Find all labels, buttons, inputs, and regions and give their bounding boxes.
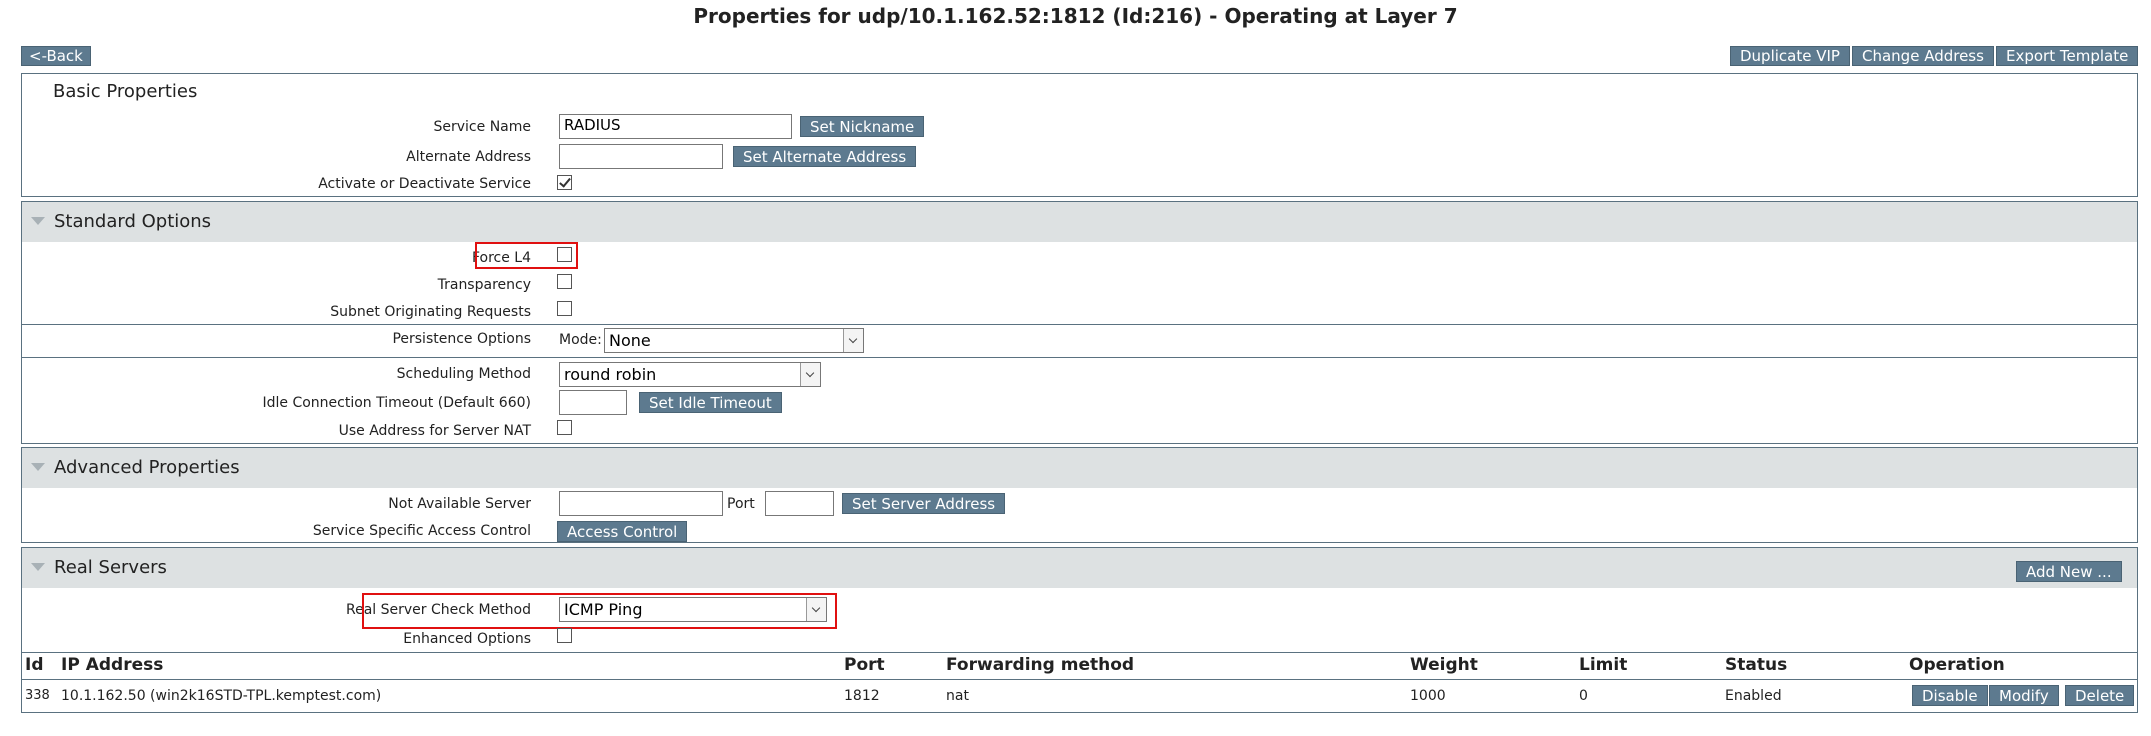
transparency-label: Transparency (437, 277, 531, 293)
row-port: 1812 (844, 688, 880, 704)
column-header-id: Id (25, 655, 44, 675)
divider (22, 324, 2137, 325)
real-servers-panel: Real Servers Add New ... Real Server Che… (21, 547, 2138, 713)
not-available-server-input[interactable] (559, 491, 723, 516)
row-ip: 10.1.162.50 (win2k16STD-TPL.kemptest.com… (61, 688, 382, 704)
export-template-button[interactable]: Export Template (1996, 46, 2139, 66)
scheduling-method-value: round robin (564, 365, 657, 384)
column-header-port: Port (844, 655, 885, 675)
page-title: Properties for udp/10.1.162.52:1812 (Id:… (693, 4, 1458, 28)
set-alternate-address-button[interactable]: Set Alternate Address (733, 146, 917, 167)
persistence-mode-value: None (609, 331, 651, 350)
enhanced-options-label: Enhanced Options (403, 631, 531, 647)
basic-properties-panel: Basic Properties Service Name RADIUS Set… (21, 73, 2138, 197)
delete-button[interactable]: Delete (2065, 685, 2135, 706)
row-weight: 1000 (1410, 688, 1446, 704)
column-header-status: Status (1725, 655, 1788, 675)
idle-timeout-label: Idle Connection Timeout (Default 660) (262, 395, 531, 411)
standard-options-header[interactable]: Standard Options (22, 202, 2137, 242)
port-input[interactable] (765, 491, 834, 516)
scheduling-method-label: Scheduling Method (396, 366, 531, 382)
service-name-input[interactable]: RADIUS (559, 114, 792, 139)
duplicate-vip-button[interactable]: Duplicate VIP (1730, 46, 1850, 66)
activate-service-label: Activate or Deactivate Service (318, 176, 531, 192)
idle-timeout-input[interactable] (559, 390, 627, 415)
row-limit: 0 (1579, 688, 1588, 704)
back-button[interactable]: <-Back (21, 46, 91, 66)
persistence-options-label: Persistence Options (392, 331, 531, 347)
column-header-weight: Weight (1410, 655, 1478, 675)
service-name-label: Service Name (433, 119, 532, 135)
alternate-address-input[interactable] (559, 144, 723, 169)
set-idle-timeout-button[interactable]: Set Idle Timeout (639, 392, 782, 413)
column-header-limit: Limit (1579, 655, 1628, 675)
add-new-button[interactable]: Add New ... (2016, 561, 2122, 582)
real-servers-header[interactable]: Real Servers (22, 548, 2137, 588)
standard-options-heading: Standard Options (54, 211, 212, 232)
collapse-triangle-icon (31, 217, 45, 225)
set-nickname-button[interactable]: Set Nickname (800, 116, 925, 137)
collapse-triangle-icon (31, 463, 45, 471)
check-method-highlight (362, 593, 837, 629)
transparency-checkbox[interactable] (557, 274, 572, 289)
row-status: Enabled (1725, 688, 1782, 704)
access-control-button[interactable]: Access Control (557, 521, 688, 542)
column-header-forwarding: Forwarding method (946, 655, 1135, 675)
basic-properties-heading: Basic Properties (53, 81, 198, 102)
scheduling-method-select[interactable]: round robin (559, 362, 821, 387)
advanced-properties-header[interactable]: Advanced Properties (22, 448, 2137, 488)
port-label: Port (727, 496, 755, 512)
divider (22, 652, 2137, 653)
persistence-mode-select[interactable]: None (604, 328, 864, 353)
modify-button[interactable]: Modify (1989, 685, 2059, 706)
chevron-down-icon (843, 329, 863, 352)
server-nat-checkbox[interactable] (557, 420, 572, 435)
access-control-label: Service Specific Access Control (312, 523, 531, 539)
row-id: 338 (25, 688, 50, 703)
row-forwarding: nat (946, 688, 969, 704)
change-address-button[interactable]: Change Address (1852, 46, 1994, 66)
disable-button[interactable]: Disable (1912, 685, 1988, 706)
subnet-originating-label: Subnet Originating Requests (330, 304, 531, 320)
server-nat-label: Use Address for Server NAT (338, 423, 531, 439)
mode-label: Mode: (559, 332, 602, 348)
set-server-address-button[interactable]: Set Server Address (842, 493, 1006, 514)
advanced-properties-heading: Advanced Properties (54, 457, 240, 478)
standard-options-panel: Standard Options Force L4 Transparency S… (21, 201, 2138, 444)
activate-service-checkbox[interactable] (557, 175, 572, 190)
not-available-server-label: Not Available Server (388, 496, 531, 512)
enhanced-options-checkbox[interactable] (557, 628, 572, 643)
force-l4-highlight (475, 242, 578, 269)
subnet-originating-checkbox[interactable] (557, 301, 572, 316)
alternate-address-label: Alternate Address (406, 149, 531, 165)
chevron-down-icon (800, 363, 820, 386)
collapse-triangle-icon (31, 563, 45, 571)
divider (22, 357, 2137, 358)
real-servers-heading: Real Servers (54, 557, 167, 578)
divider (22, 679, 2137, 680)
column-header-ip: IP Address (61, 655, 164, 675)
advanced-properties-panel: Advanced Properties Not Available Server… (21, 447, 2138, 543)
column-header-operation: Operation (1909, 655, 2005, 675)
